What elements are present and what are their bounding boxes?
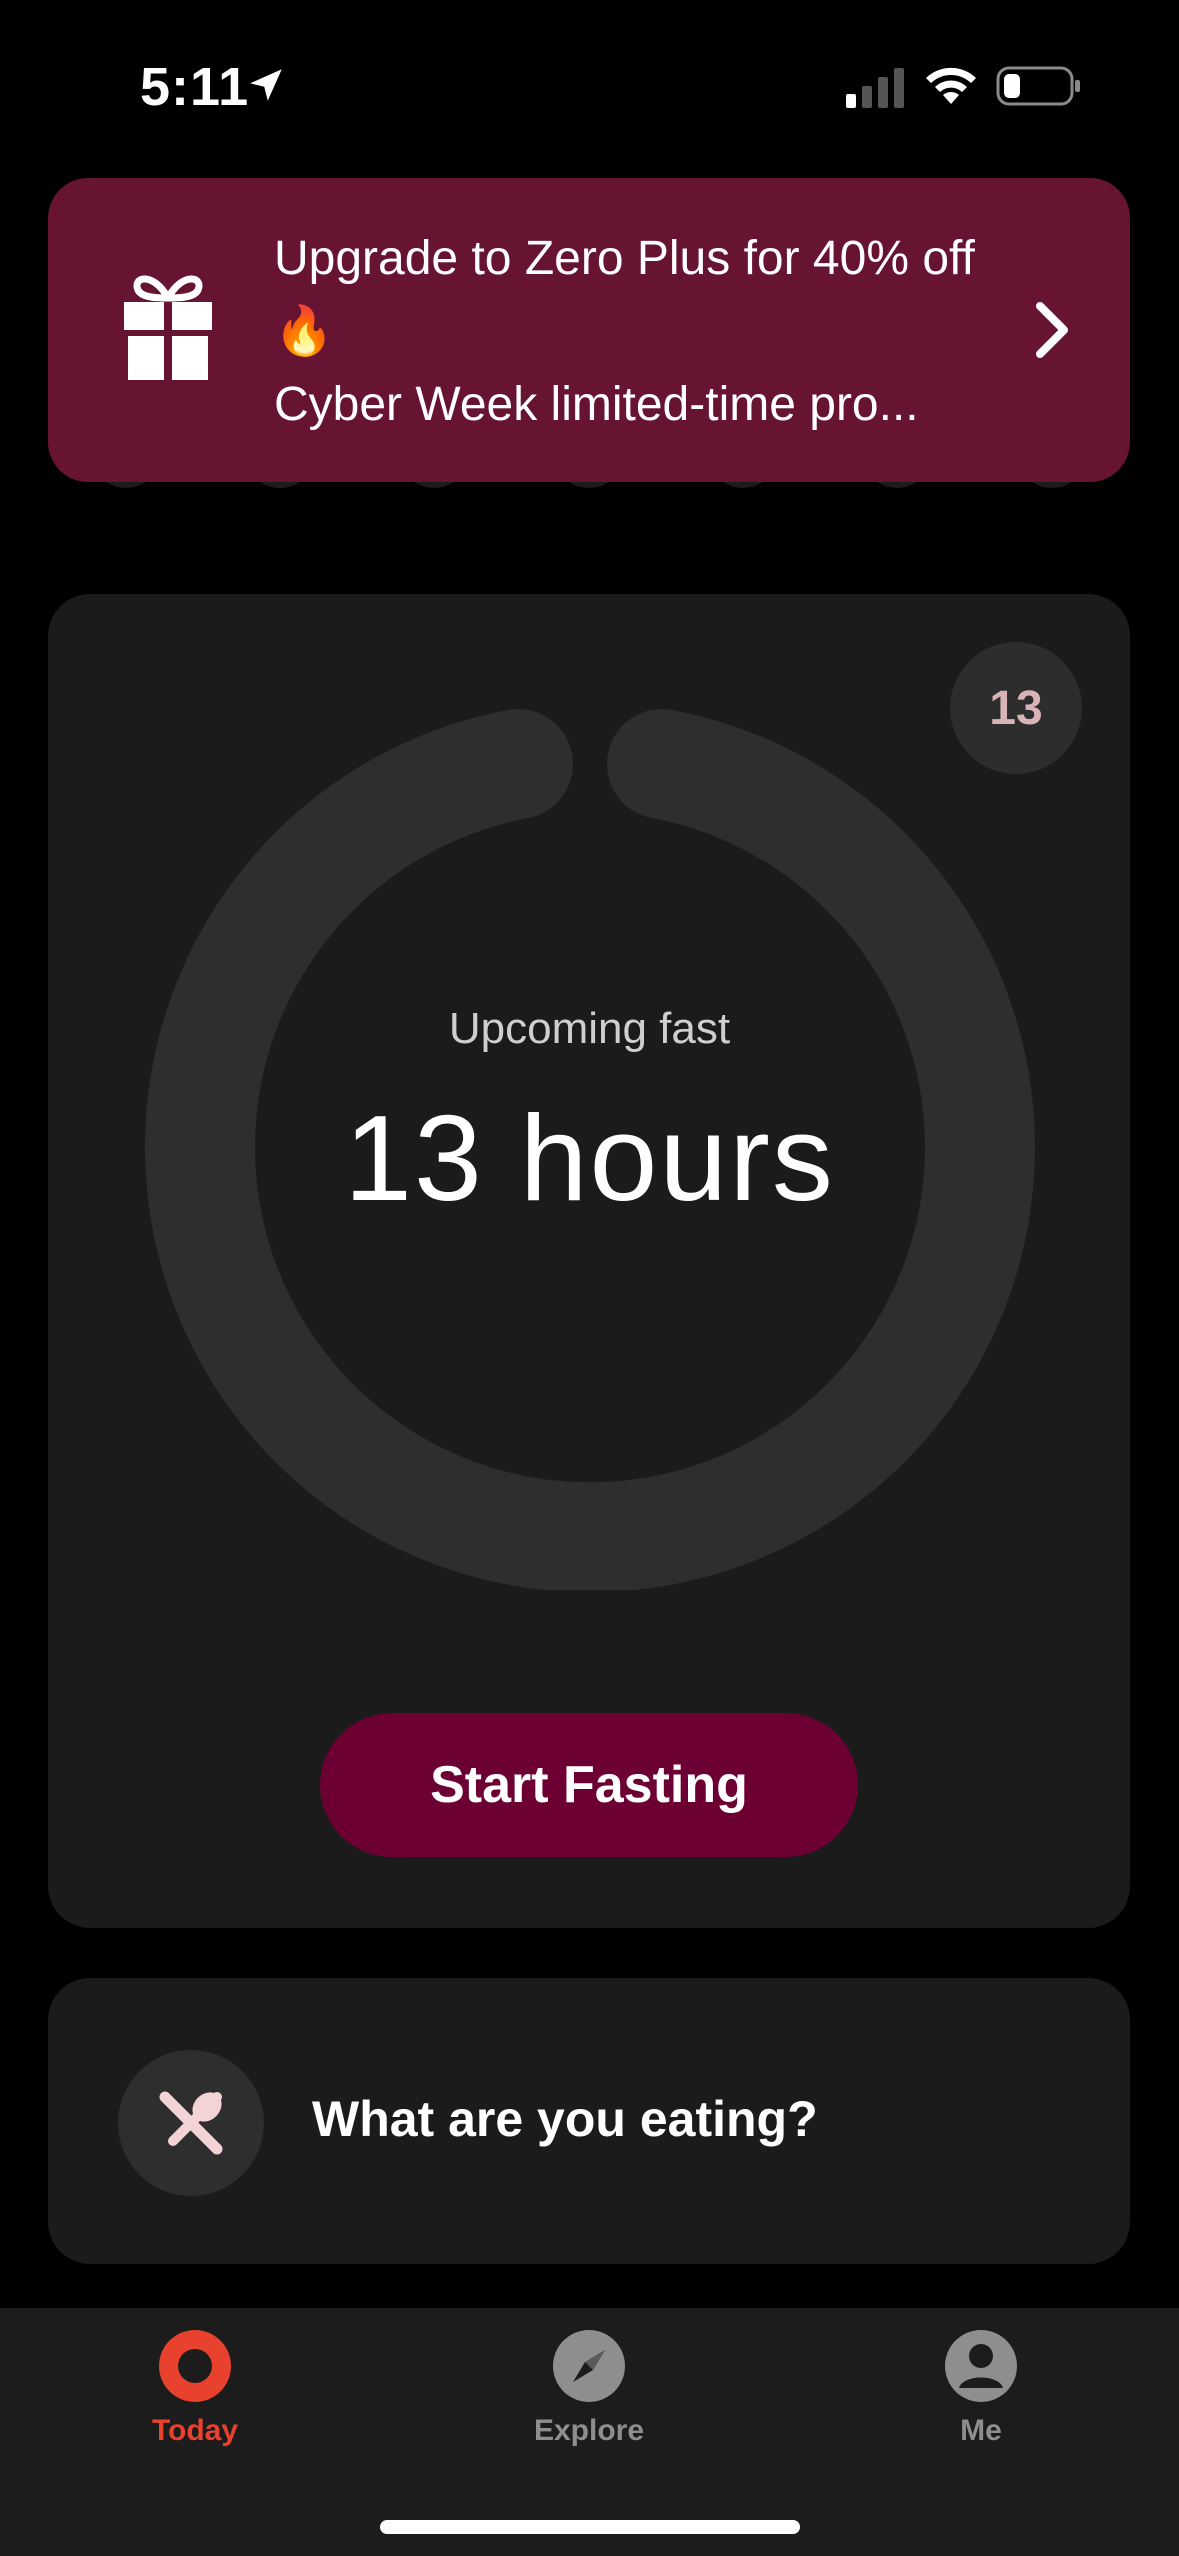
home-indicator[interactable]: [380, 2520, 800, 2534]
tab-today[interactable]: Today: [75, 2316, 315, 2466]
ring-icon: [159, 2330, 231, 2402]
tab-me[interactable]: Me: [861, 2316, 1101, 2466]
wifi-icon: [926, 67, 976, 104]
fast-status-label: Upcoming fast: [448, 1004, 731, 1053]
promo-subtitle: Cyber Week limited-time pro...: [274, 378, 919, 431]
tab-today-label: Today: [151, 2414, 239, 2447]
start-fasting-button[interactable]: Start Fasting: [320, 1713, 858, 1857]
promo-text: Upgrade to Zero Plus for 40% off 🔥 Cyber…: [274, 222, 994, 441]
tab-explore-label: Explore: [533, 2414, 645, 2447]
location-arrow-icon: [250, 69, 282, 101]
fork-spoon-icon: [159, 2091, 223, 2155]
person-icon: [945, 2330, 1017, 2402]
battery-icon: [996, 66, 1080, 106]
fast-duration-value: 13 hours: [344, 1090, 835, 1226]
status-time: 5:11: [140, 57, 250, 117]
tab-explore[interactable]: Explore: [469, 2316, 709, 2466]
promo-title: Upgrade to Zero Plus for 40% off 🔥: [274, 232, 975, 358]
food-log-prompt: What are you eating?: [312, 2091, 818, 2147]
chevron-right-icon[interactable]: [1030, 300, 1074, 360]
tab-me-label: Me: [960, 2414, 1002, 2447]
gift-icon: [124, 275, 212, 380]
compass-icon: [553, 2330, 625, 2402]
cellular-signal-icon: [846, 68, 904, 108]
status-bar: 5:11: [0, 0, 1179, 170]
